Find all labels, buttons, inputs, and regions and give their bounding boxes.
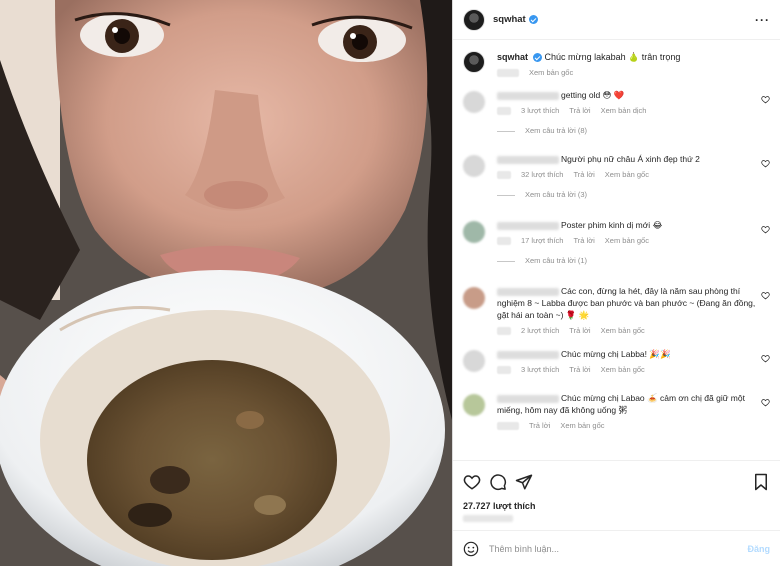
- comment-heart-icon[interactable]: [761, 95, 770, 104]
- commenter-avatar[interactable]: [463, 350, 485, 372]
- comment-time: [497, 237, 511, 245]
- comment-reply-button[interactable]: Trả lời: [529, 420, 550, 432]
- comment-translate-link[interactable]: Xem bản gốc: [605, 169, 649, 181]
- comment-heart-icon[interactable]: [761, 398, 770, 407]
- comment-reply-button[interactable]: Trả lời: [569, 364, 590, 376]
- comment-reply-button[interactable]: Trả lời: [569, 325, 590, 337]
- view-replies-link[interactable]: Xem câu trả lời (8): [497, 125, 757, 137]
- more-options-icon[interactable]: ···: [755, 13, 770, 27]
- caption-username[interactable]: sqwhat: [497, 52, 528, 62]
- comment-text: getting old 😳 ❤️: [561, 90, 625, 100]
- commenter-name[interactable]: [497, 155, 559, 164]
- comment-item: Chúc mừng chị Labao 🍝 cảm ơn chị đã giữ …: [453, 392, 780, 452]
- caption-avatar[interactable]: [463, 51, 485, 73]
- comment-heart-icon[interactable]: [761, 225, 770, 234]
- comment-translate-link[interactable]: Xem bản gốc: [605, 235, 649, 247]
- view-replies-link[interactable]: Xem câu trả lời (1): [497, 255, 757, 267]
- comment-translate-link[interactable]: Xem bản gốc: [601, 325, 645, 337]
- comment-icon[interactable]: [489, 473, 507, 491]
- comment-likes[interactable]: 17 lượt thích: [521, 235, 563, 247]
- commenter-name[interactable]: [497, 394, 559, 403]
- commenter-avatar[interactable]: [463, 394, 485, 416]
- comment-item: Các con, đừng la hét, đây là năm sau phò…: [453, 285, 780, 348]
- comment-text: Người phụ nữ châu Á xinh đẹp thứ 2: [561, 154, 700, 164]
- commenter-name[interactable]: [497, 221, 559, 230]
- post-caption: sqwhat Chúc mừng lakabah 🍐 trân trọng Xe…: [453, 41, 780, 89]
- like-heart-icon[interactable]: [463, 473, 481, 491]
- comment-text: Chúc mừng chị Labba! 🎉🎉: [561, 349, 671, 359]
- comment-item: getting old 😳 ❤️ 3 lượt thích Trả lời Xe…: [453, 89, 780, 153]
- caption-time: [497, 69, 519, 77]
- likes-count[interactable]: 27.727 lượt thích: [463, 501, 770, 511]
- comment-reply-button[interactable]: Trả lời: [573, 169, 594, 181]
- comment-reply-button[interactable]: Trả lời: [569, 105, 590, 117]
- comment-likes[interactable]: 3 lượt thích: [521, 364, 559, 376]
- comment-heart-icon[interactable]: [761, 159, 770, 168]
- comment-heart-icon[interactable]: [761, 291, 770, 300]
- caption-translate-link[interactable]: Xem bản gốc: [529, 67, 573, 79]
- emoji-icon[interactable]: [463, 541, 479, 557]
- comment-translate-link[interactable]: Xem bản gốc: [601, 364, 645, 376]
- comment-time: [497, 107, 511, 115]
- comment-item: Poster phim kinh dị mới 😂 17 lượt thích …: [453, 219, 780, 285]
- post-photo[interactable]: [0, 0, 452, 566]
- comment-translate-link[interactable]: Xem bản dịch: [601, 105, 647, 117]
- comment-likes[interactable]: 3 lượt thích: [521, 105, 559, 117]
- comments-list[interactable]: sqwhat Chúc mừng lakabah 🍐 trân trọng Xe…: [453, 41, 780, 460]
- comment-likes[interactable]: 32 lượt thích: [521, 169, 563, 181]
- comment-item: Người phụ nữ châu Á xinh đẹp thứ 2 32 lư…: [453, 153, 780, 219]
- add-comment-bar: Đăng: [453, 530, 780, 566]
- commenter-avatar[interactable]: [463, 155, 485, 177]
- photo-illustration: [0, 0, 452, 566]
- commenter-name[interactable]: [497, 91, 559, 100]
- post-date: [463, 515, 513, 522]
- comment-likes[interactable]: 2 lượt thích: [521, 325, 559, 337]
- comment-reply-button[interactable]: Trả lời: [573, 235, 594, 247]
- comment-translate-link[interactable]: Xem bản gốc: [560, 420, 604, 432]
- author-avatar[interactable]: [463, 8, 485, 31]
- comment-time: [497, 422, 519, 430]
- commenter-avatar[interactable]: [463, 221, 485, 243]
- comment-time: [497, 327, 511, 335]
- share-icon[interactable]: [515, 473, 533, 491]
- comment-text: Poster phim kinh dị mới 😂: [561, 220, 663, 230]
- caption-text: Chúc mừng lakabah 🍐 trân trọng: [544, 52, 681, 62]
- view-replies-link[interactable]: Xem câu trả lời (3): [497, 189, 757, 201]
- commenter-avatar[interactable]: [463, 287, 485, 309]
- post-comment-button[interactable]: Đăng: [748, 544, 771, 554]
- post-actions: 27.727 lượt thích: [453, 460, 780, 530]
- author-username[interactable]: sqwhat: [493, 14, 526, 25]
- comment-time: [497, 171, 511, 179]
- post-side-panel: sqwhat ··· sqwhat Chúc mừng lakabah 🍐 tr…: [452, 0, 780, 566]
- verified-badge-icon: [528, 15, 538, 24]
- comment-time: [497, 366, 511, 374]
- post-header: sqwhat ···: [453, 0, 780, 40]
- save-bookmark-icon[interactable]: [752, 473, 770, 491]
- verified-badge-icon: [533, 53, 543, 63]
- commenter-avatar[interactable]: [463, 91, 485, 113]
- commenter-name[interactable]: [497, 350, 559, 359]
- comment-input[interactable]: [489, 543, 729, 554]
- comment-item: Chúc mừng chị Labba! 🎉🎉 3 lượt thích Trả…: [453, 348, 780, 392]
- comment-heart-icon[interactable]: [761, 354, 770, 363]
- commenter-name[interactable]: [497, 287, 559, 296]
